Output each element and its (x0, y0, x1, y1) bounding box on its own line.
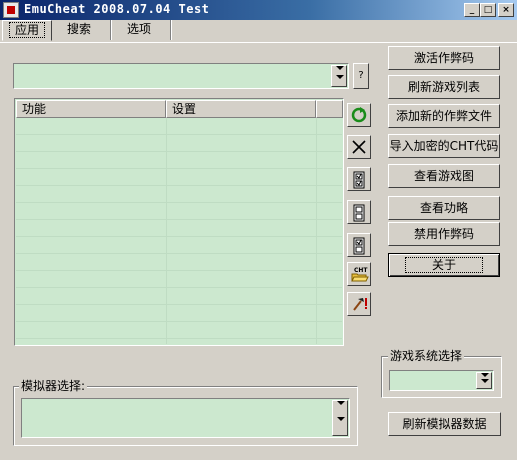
about-button-label: 关于 (404, 257, 483, 273)
tab-apply[interactable]: 应用 (2, 20, 52, 41)
check-all-icon (353, 171, 365, 189)
minimize-button[interactable]: _ (464, 3, 480, 17)
game-select-arrow-button[interactable] (331, 65, 347, 87)
system-select-arrow-button[interactable] (476, 372, 492, 389)
help-button[interactable]: ? (353, 63, 369, 89)
tab-underline (0, 42, 517, 44)
table-row (16, 322, 342, 339)
table-row (16, 305, 342, 322)
app-icon (3, 2, 19, 18)
maximize-button[interactable]: □ (480, 3, 496, 17)
tab-search-label: 搜索 (66, 22, 91, 36)
about-button[interactable]: 关于 (388, 253, 500, 277)
toggle-check-icon (353, 237, 365, 255)
tab-options-label: 选项 (126, 22, 151, 36)
title-bar: EmuCheat 2008.07.04 Test _ □ × (0, 0, 517, 20)
system-select-label: 游戏系统选择 (388, 349, 465, 363)
tools-button[interactable] (347, 292, 371, 316)
add-cheat-file-button[interactable]: 添加新的作弊文件 (388, 104, 500, 128)
open-cht-file-icon: CHT (351, 267, 369, 282)
activate-cheats-button[interactable]: 激活作弊码 (388, 46, 500, 70)
tab-separator (110, 20, 112, 40)
window-title: EmuCheat 2008.07.04 Test (24, 2, 210, 16)
tab-bar: 应用 搜索 选项 (0, 20, 517, 42)
system-select-dropdown[interactable] (389, 370, 494, 391)
column-header-blank (316, 100, 343, 118)
uncheck-all-button[interactable] (347, 200, 371, 224)
column-header-setting[interactable]: 设置 (166, 100, 316, 118)
delete-icon (352, 140, 366, 154)
tab-separator (170, 20, 172, 40)
view-guide-button[interactable]: 查看功略 (388, 196, 500, 220)
table-row (16, 118, 342, 135)
refresh-cheats-button[interactable] (347, 103, 371, 127)
cheat-list-header: 功能 设置 (16, 100, 343, 118)
refresh-emulator-data-button[interactable]: 刷新模拟器数据 (388, 412, 501, 436)
open-cht-file-button[interactable]: CHT (347, 262, 371, 286)
column-header-function[interactable]: 功能 (16, 100, 166, 118)
table-row (16, 152, 342, 169)
table-row (16, 169, 342, 186)
tab-apply-label: 应用 (8, 22, 45, 38)
table-row (16, 237, 342, 254)
cheat-list[interactable]: 功能 设置 (14, 98, 344, 346)
tab-options[interactable]: 选项 (114, 20, 164, 41)
table-row (16, 288, 342, 305)
tab-search[interactable]: 搜索 (54, 20, 104, 41)
uncheck-all-icon (353, 204, 365, 222)
table-row (16, 186, 342, 203)
delete-cheat-button[interactable] (347, 135, 371, 159)
tools-icon (353, 298, 367, 311)
chevron-down-icon (337, 417, 345, 421)
chevron-down-icon (481, 379, 489, 383)
view-game-image-button[interactable]: 查看游戏图 (388, 164, 500, 188)
game-select-dropdown[interactable] (13, 63, 349, 89)
refresh-icon (351, 107, 367, 123)
refresh-game-list-button[interactable]: 刷新游戏列表 (388, 75, 500, 99)
chevron-down-icon (336, 75, 344, 79)
emulator-select-dropdown[interactable] (21, 398, 350, 438)
emulator-select-label: 模拟器选择: (19, 379, 88, 393)
disable-cheats-button[interactable]: 禁用作弊码 (388, 222, 500, 246)
close-button[interactable]: × (498, 3, 514, 17)
import-cht-button[interactable]: 导入加密的CHT代码 (388, 134, 500, 158)
table-row (16, 254, 342, 271)
check-all-button[interactable] (347, 167, 371, 191)
emulator-select-arrow-button[interactable] (332, 400, 348, 436)
toggle-check-button[interactable] (347, 233, 371, 257)
table-row (16, 220, 342, 237)
table-row (16, 135, 342, 152)
table-row (16, 271, 342, 288)
table-row (16, 203, 342, 220)
cht-label: CHT (354, 267, 368, 274)
